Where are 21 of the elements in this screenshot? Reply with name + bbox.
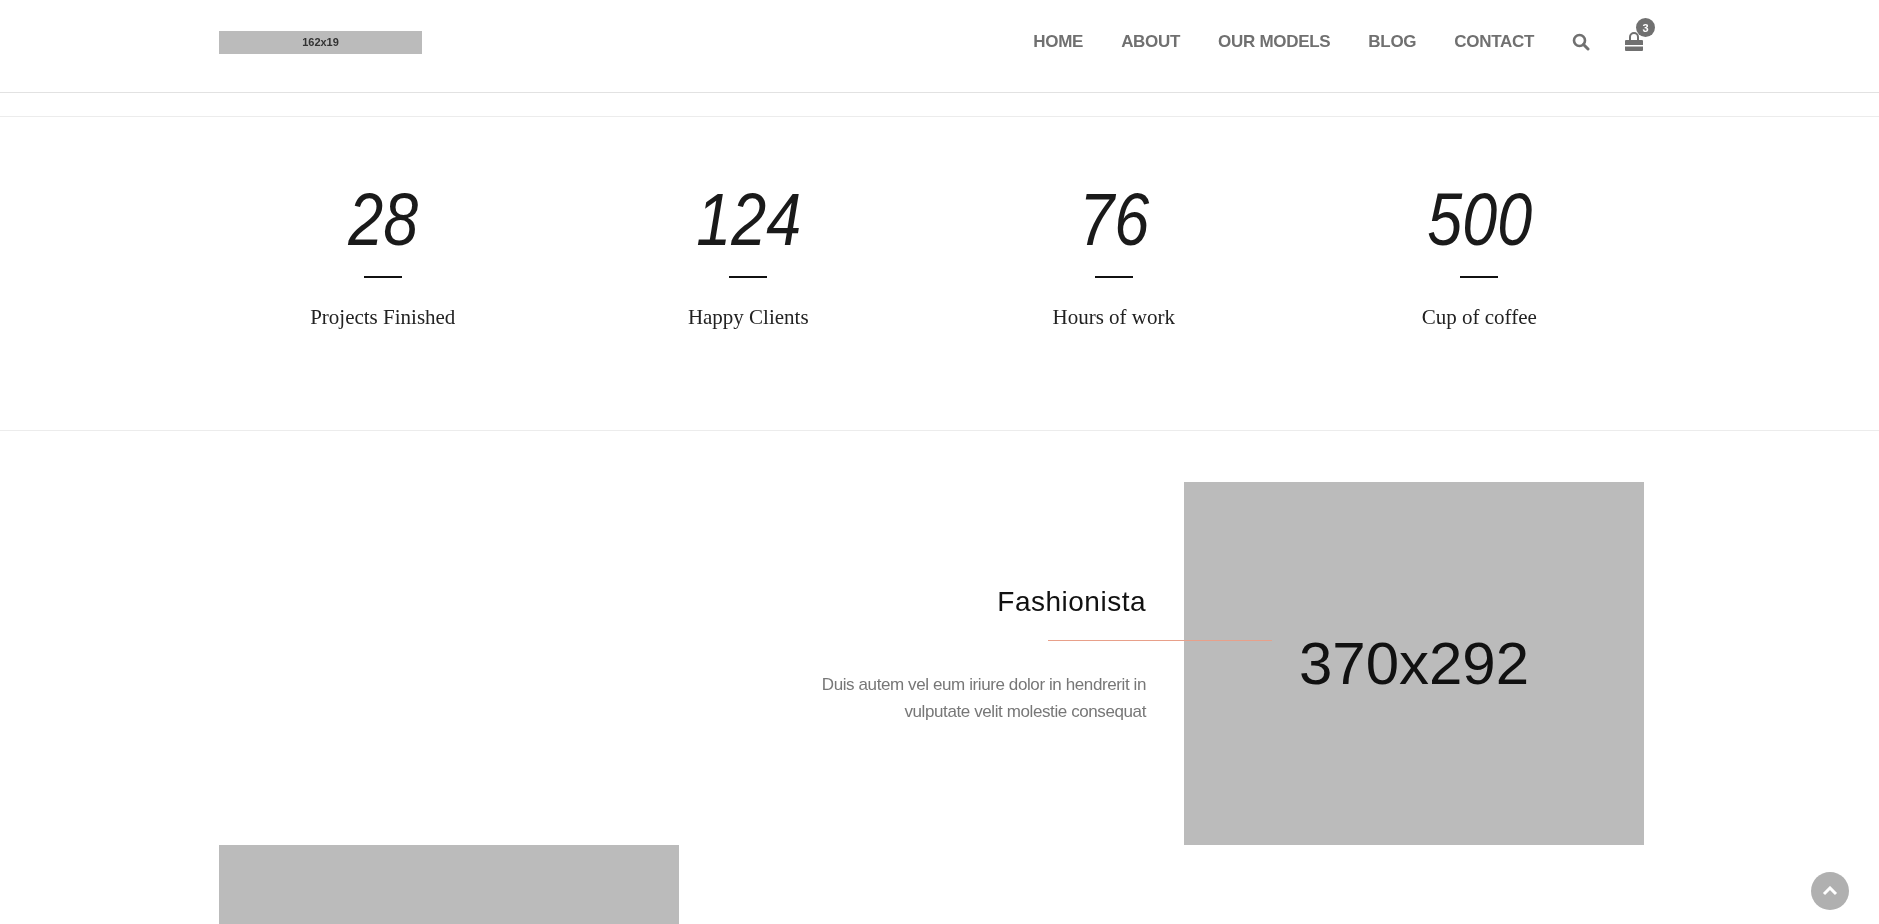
stat-label: Hours of work	[1052, 305, 1175, 330]
search-icon[interactable]	[1572, 33, 1590, 51]
feature-title: Fashionista	[997, 586, 1146, 618]
stat-number: 76	[1078, 180, 1149, 260]
stat-number: 28	[347, 180, 418, 260]
logo-placeholder[interactable]: 162x19	[219, 30, 422, 54]
cart-count-badge: 3	[1636, 18, 1655, 37]
nav-link[interactable]: OUR MODELS	[1218, 32, 1331, 52]
nav-link[interactable]: HOME	[1033, 32, 1084, 52]
stat-number: 500	[1426, 180, 1532, 260]
stat-label: Projects Finished	[310, 305, 456, 330]
nav-link[interactable]: CONTACT	[1454, 32, 1534, 52]
nav-link[interactable]: BLOG	[1368, 32, 1417, 52]
chevron-up-icon	[1822, 886, 1838, 896]
stat-number: 124	[695, 180, 801, 260]
image-size-label: 370x292	[1298, 629, 1530, 698]
feature-text: Duis autem vel eum iriure dolor in hendrerit in vulputate velit molestie consequat	[820, 674, 1146, 723]
stat-label: Cup of coffee	[1421, 305, 1537, 330]
nav-link[interactable]: ABOUT	[1121, 32, 1181, 52]
stat-label: Happy Clients	[687, 305, 809, 330]
shopping-bag-icon[interactable]	[1624, 32, 1644, 52]
